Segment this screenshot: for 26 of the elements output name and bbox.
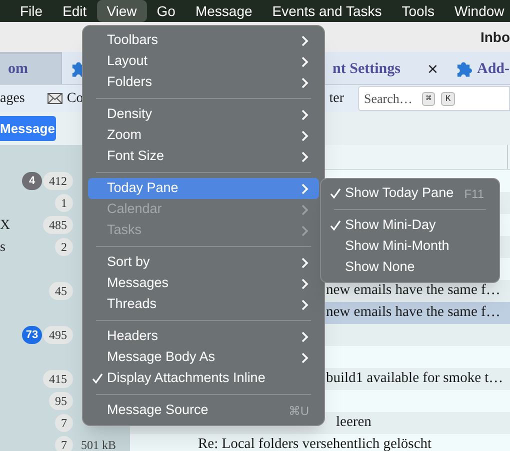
folder-size: 501 kB	[81, 437, 116, 451]
total-count: 1	[55, 194, 73, 212]
message-subject: Re: Local folders versehentlich gelöscht	[198, 435, 432, 451]
total-count: 485	[43, 216, 73, 234]
key-cap: ⌘	[422, 92, 436, 106]
total-count: 415	[43, 370, 73, 388]
tab-label: Add-	[477, 60, 510, 79]
total-count: 7	[55, 436, 73, 451]
total-count: 2	[55, 238, 73, 256]
total-count: 412	[43, 172, 73, 190]
total-count: 495	[43, 326, 73, 344]
message-subject: leeren	[336, 413, 372, 432]
window-title: Inbo	[480, 28, 510, 46]
total-count: 95	[49, 392, 73, 410]
tab-label: nt Settings	[332, 60, 400, 79]
key-cap: K	[441, 92, 455, 106]
message-subject: new emails have the same f…	[326, 281, 500, 300]
shortcut-label: F11	[464, 186, 484, 202]
total-count: 7	[55, 414, 73, 432]
unread-count: 4	[22, 172, 42, 190]
unread-count: 73	[22, 326, 42, 344]
total-count: 45	[49, 282, 73, 300]
message-subject: new emails have the same f…	[326, 303, 500, 322]
tab-label: om	[8, 60, 28, 79]
message-subject: build1 available for smoke t…	[326, 369, 504, 388]
shortcut-label: ⌘U	[288, 402, 309, 420]
